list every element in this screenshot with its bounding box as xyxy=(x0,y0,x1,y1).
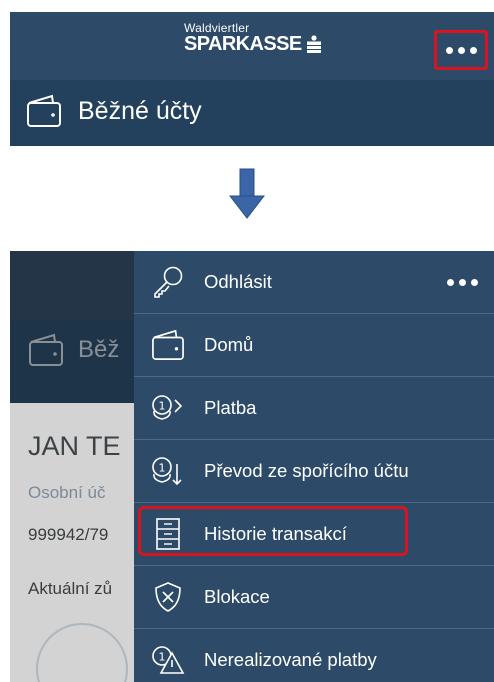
dot-icon xyxy=(469,46,477,54)
menu-item-label: Převod ze spořícího účtu xyxy=(204,460,409,481)
wallet-icon xyxy=(29,333,63,366)
payment-icon: 1 xyxy=(152,395,183,420)
menu-item-payment[interactable]: 1 Platba xyxy=(134,377,494,440)
svg-text:1: 1 xyxy=(159,462,166,475)
bottom-screenshot: Běž JAN TE Osobní úč 999942/79 Aktuální … xyxy=(10,251,494,682)
account-number: 999942/79 xyxy=(28,525,109,544)
account-holder-name: JAN TE xyxy=(28,431,121,461)
menu-item-label: Odhlásit xyxy=(204,271,272,292)
page-title: Běžné účty xyxy=(78,96,202,125)
page-title-row: Běžné účty xyxy=(26,94,202,128)
page-title-row-dimmed: Běž xyxy=(28,333,119,367)
page-title: Běž xyxy=(78,336,120,363)
menu-item-home[interactable]: Domů xyxy=(134,314,494,377)
menu-item-label: Domů xyxy=(204,334,254,355)
menu-item-block[interactable]: Blokace xyxy=(134,566,494,629)
menu-item-transaction-history[interactable]: Historie transakcí xyxy=(134,503,494,566)
svg-text:1: 1 xyxy=(159,400,166,413)
sparkasse-logo: Waldviertler SPARKASSE xyxy=(184,22,322,54)
more-options-button[interactable] xyxy=(434,30,488,70)
menu-item-savings-transfer[interactable]: 1 Převod ze spořícího účtu xyxy=(134,440,494,503)
dot-icon xyxy=(457,46,465,54)
wallet-icon xyxy=(152,329,184,360)
dot-icon xyxy=(447,279,454,286)
svg-text:1: 1 xyxy=(159,651,166,664)
down-arrow-icon xyxy=(228,168,266,219)
menu-item-logout[interactable]: Odhlásit xyxy=(134,251,494,314)
menu-item-unrealized-payments[interactable]: 1 Nerealizované platby xyxy=(134,629,494,682)
wallet-icon xyxy=(27,94,61,127)
shield-icon xyxy=(155,582,181,612)
dot-icon xyxy=(471,279,478,286)
clock-button[interactable] xyxy=(36,623,128,682)
logo-big-text: SPARKASSE xyxy=(184,33,302,55)
highlight-frame xyxy=(138,506,408,556)
top-screenshot: Waldviertler SPARKASSE Běžné účty xyxy=(10,12,494,146)
dot-icon xyxy=(445,46,453,54)
menu-item-label: Nerealizované platby xyxy=(204,649,377,670)
dropdown-menu: Odhlásit Domů 1 Platba 1 Převod ze spoří… xyxy=(134,251,494,682)
warning-payment-icon: 1 xyxy=(152,646,185,674)
more-options-icon[interactable] xyxy=(447,279,478,286)
menu-item-label: Blokace xyxy=(204,586,270,607)
savings-transfer-icon: 1 xyxy=(152,457,182,486)
key-icon xyxy=(154,266,183,298)
account-type: Osobní úč xyxy=(28,483,106,502)
sparkasse-s-icon xyxy=(306,35,321,53)
menu-item-label: Platba xyxy=(204,397,257,418)
dot-icon xyxy=(459,279,466,286)
balance-label: Aktuální zů xyxy=(28,579,113,598)
